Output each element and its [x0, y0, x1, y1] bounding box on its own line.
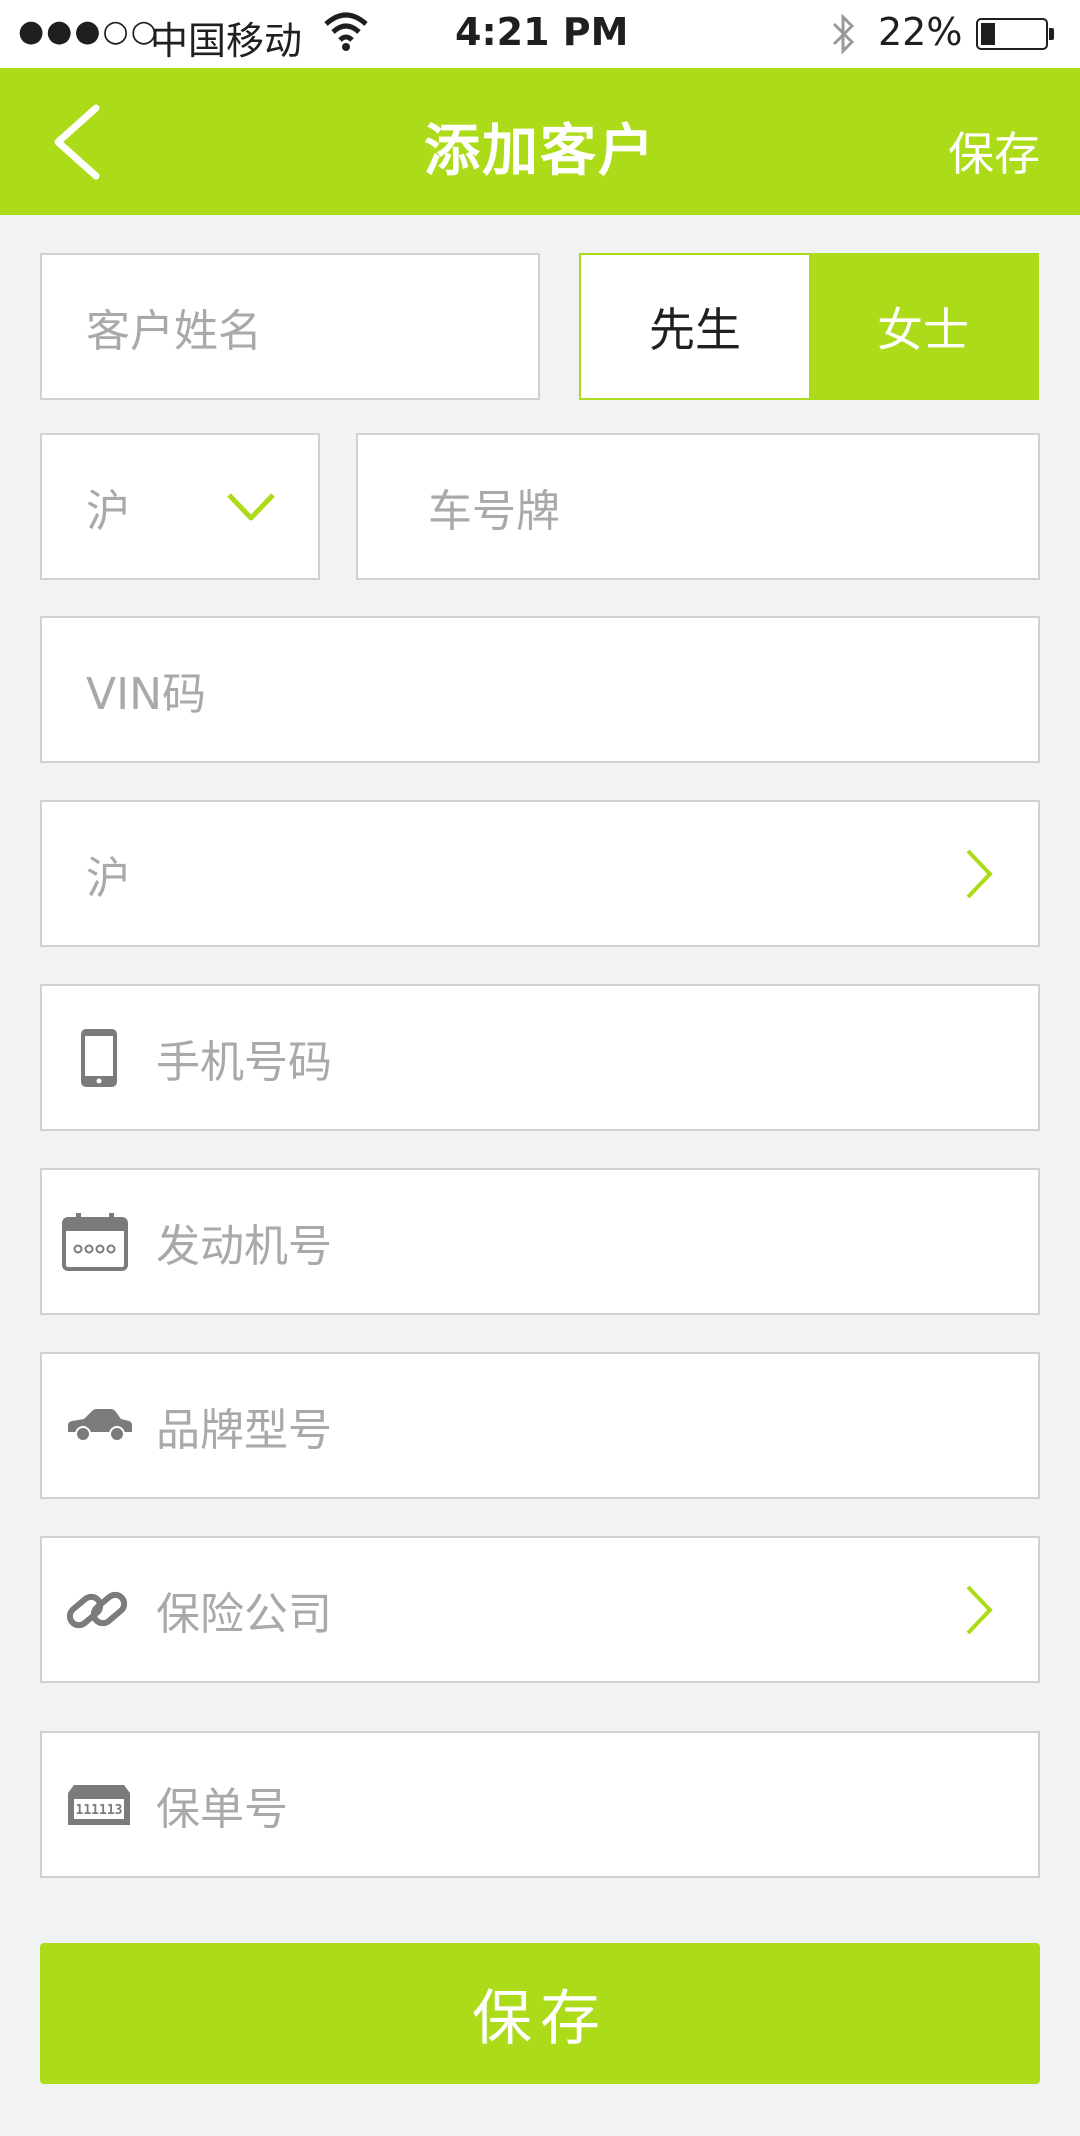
- link-icon: [66, 1591, 128, 1628]
- region-select[interactable]: 沪: [40, 800, 1040, 947]
- brand-model-input[interactable]: 品牌型号: [40, 1352, 1040, 1499]
- gender-option-ms[interactable]: 女士: [809, 255, 1037, 398]
- policy-number-placeholder: 保单号: [156, 1783, 288, 1835]
- plate-number-placeholder: 车号牌: [428, 485, 560, 537]
- vin-input[interactable]: VIN码: [40, 616, 1040, 763]
- gender-toggle: 先生 女士: [579, 253, 1039, 400]
- navigation-bar: 添加客户 保存: [0, 68, 1080, 215]
- engine-number-input[interactable]: 发动机号: [40, 1168, 1040, 1315]
- region-select-value: 沪: [86, 852, 130, 904]
- customer-name-placeholder: 客户姓名: [86, 305, 262, 357]
- page-title: 添加客户: [424, 119, 656, 184]
- mobile-phone-icon: [81, 1028, 117, 1087]
- signal-strength: ●●●○○: [18, 14, 159, 49]
- carrier-name: 中国移动: [150, 19, 303, 63]
- brand-model-placeholder: 品牌型号: [156, 1404, 332, 1456]
- car-icon: [68, 1408, 132, 1442]
- status-bar: ●●●○○ 中国移动 4:21 PM 22%: [0, 0, 1080, 68]
- nav-save-button[interactable]: 保存: [948, 118, 1040, 184]
- policy-number-input[interactable]: 111113 保单号: [40, 1731, 1040, 1878]
- plate-region-select[interactable]: 沪: [40, 433, 320, 580]
- ticket-icon-text: 111113: [76, 1803, 123, 1818]
- plate-region-value: 沪: [86, 485, 130, 537]
- customer-name-input[interactable]: 客户姓名: [40, 253, 540, 400]
- engine-number-placeholder: 发动机号: [156, 1220, 332, 1272]
- insurance-company-select[interactable]: 保险公司: [40, 1536, 1040, 1683]
- ticket-icon: 111113: [68, 1784, 130, 1825]
- clock-time: 4:21 PM: [455, 10, 629, 54]
- insurance-company-placeholder: 保险公司: [156, 1588, 332, 1640]
- wifi-icon: [324, 12, 368, 51]
- phone-placeholder: 手机号码: [156, 1036, 332, 1088]
- dropdown-chevron-icon: [227, 492, 275, 520]
- chevron-right-icon: [966, 1585, 993, 1634]
- calendar-icon: [62, 1212, 128, 1271]
- battery-icon: [976, 18, 1054, 50]
- phone-input[interactable]: 手机号码: [40, 984, 1040, 1131]
- plate-number-input[interactable]: 车号牌: [356, 433, 1040, 580]
- battery-percentage: 22%: [878, 10, 963, 54]
- vin-placeholder: VIN码: [86, 668, 206, 720]
- save-button[interactable]: 保存: [40, 1943, 1040, 2084]
- chevron-right-icon: [966, 849, 993, 898]
- gender-option-mr[interactable]: 先生: [581, 255, 809, 398]
- bluetooth-icon: [832, 13, 855, 55]
